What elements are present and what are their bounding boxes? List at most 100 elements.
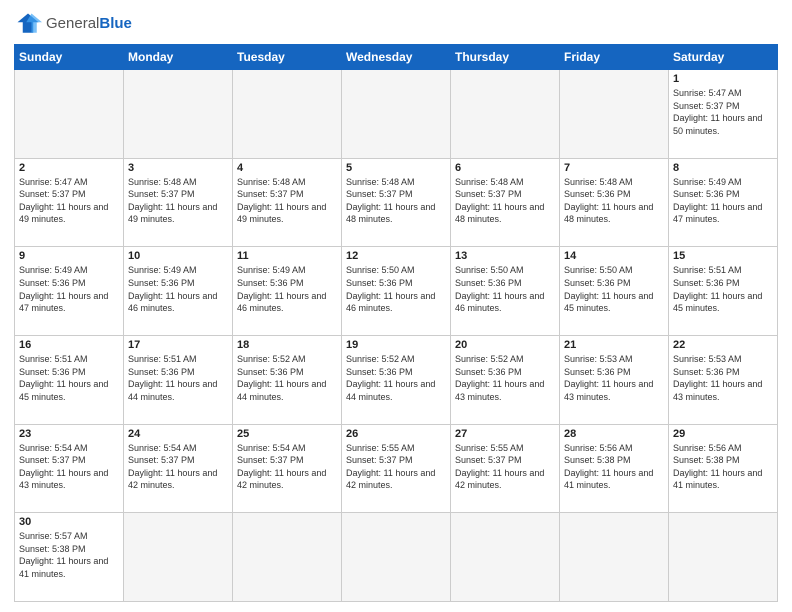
calendar-cell: 25Sunrise: 5:54 AMSunset: 5:37 PMDayligh… (233, 424, 342, 513)
calendar-cell (124, 513, 233, 602)
day-info: Sunrise: 5:50 AMSunset: 5:36 PMDaylight:… (346, 264, 446, 314)
calendar-cell (451, 70, 560, 159)
header-saturday: Saturday (669, 45, 778, 70)
calendar-cell (15, 70, 124, 159)
header: GeneralBlue (14, 10, 778, 38)
day-number: 4 (237, 162, 337, 174)
day-number: 28 (564, 428, 664, 440)
calendar-cell: 10Sunrise: 5:49 AMSunset: 5:36 PMDayligh… (124, 247, 233, 336)
calendar-cell: 11Sunrise: 5:49 AMSunset: 5:36 PMDayligh… (233, 247, 342, 336)
logo-text: GeneralBlue (46, 15, 132, 33)
day-info: Sunrise: 5:51 AMSunset: 5:36 PMDaylight:… (128, 353, 228, 403)
day-info: Sunrise: 5:48 AMSunset: 5:37 PMDaylight:… (128, 176, 228, 226)
day-number: 14 (564, 250, 664, 262)
day-info: Sunrise: 5:56 AMSunset: 5:38 PMDaylight:… (564, 442, 664, 492)
day-number: 29 (673, 428, 773, 440)
day-info: Sunrise: 5:55 AMSunset: 5:37 PMDaylight:… (346, 442, 446, 492)
day-info: Sunrise: 5:49 AMSunset: 5:36 PMDaylight:… (19, 264, 119, 314)
week-row-4: 23 Sunrise: 5:54 AMSunset: 5:37 PMDayligh… (15, 424, 778, 513)
day-number: 27 (455, 428, 555, 440)
calendar-cell: 17 Sunrise: 5:51 AMSunset: 5:36 PMDayligh… (124, 335, 233, 424)
day-number: 15 (673, 250, 773, 262)
calendar-cell: 18 Sunrise: 5:52 AMSunset: 5:36 PMDayligh… (233, 335, 342, 424)
day-info: Sunrise: 5:54 AMSunset: 5:37 PMDaylight:… (19, 442, 119, 492)
header-friday: Friday (560, 45, 669, 70)
day-info: Sunrise: 5:50 AMSunset: 5:36 PMDaylight:… (564, 264, 664, 314)
calendar-cell (560, 70, 669, 159)
day-number: 3 (128, 162, 228, 174)
day-number: 24 (128, 428, 228, 440)
calendar-cell: 4 Sunrise: 5:48 AMSunset: 5:37 PMDaylight… (233, 158, 342, 247)
calendar-cell (233, 513, 342, 602)
calendar-cell: 3 Sunrise: 5:48 AMSunset: 5:37 PMDaylight… (124, 158, 233, 247)
calendar-cell: 20Sunrise: 5:52 AMSunset: 5:36 PMDayligh… (451, 335, 560, 424)
calendar-cell: 13 Sunrise: 5:50 AMSunset: 5:36 PMDayligh… (451, 247, 560, 336)
day-number: 6 (455, 162, 555, 174)
calendar-cell: 29 Sunrise: 5:56 AMSunset: 5:38 PMDayligh… (669, 424, 778, 513)
header-wednesday: Wednesday (342, 45, 451, 70)
day-info: Sunrise: 5:47 AMSunset: 5:37 PMDaylight:… (19, 176, 119, 226)
week-row-2: 9 Sunrise: 5:49 AMSunset: 5:36 PMDaylight… (15, 247, 778, 336)
calendar-cell: 30 Sunrise: 5:57 AMSunset: 5:38 PMDayligh… (15, 513, 124, 602)
calendar-cell (342, 513, 451, 602)
day-info: Sunrise: 5:56 AMSunset: 5:38 PMDaylight:… (673, 442, 773, 492)
day-number: 22 (673, 339, 773, 351)
week-row-1: 2Sunrise: 5:47 AMSunset: 5:37 PMDaylight… (15, 158, 778, 247)
calendar-cell: 6 Sunrise: 5:48 AMSunset: 5:37 PMDaylight… (451, 158, 560, 247)
day-number: 13 (455, 250, 555, 262)
day-info: Sunrise: 5:50 AMSunset: 5:36 PMDaylight:… (455, 264, 555, 314)
day-info: Sunrise: 5:54 AMSunset: 5:37 PMDaylight:… (128, 442, 228, 492)
day-info: Sunrise: 5:48 AMSunset: 5:37 PMDaylight:… (455, 176, 555, 226)
calendar-cell: 9 Sunrise: 5:49 AMSunset: 5:36 PMDaylight… (15, 247, 124, 336)
calendar-cell: 12Sunrise: 5:50 AMSunset: 5:36 PMDayligh… (342, 247, 451, 336)
calendar-cell: 8 Sunrise: 5:49 AMSunset: 5:36 PMDaylight… (669, 158, 778, 247)
calendar-cell (669, 513, 778, 602)
logo-icon (14, 10, 42, 38)
day-number: 19 (346, 339, 446, 351)
header-tuesday: Tuesday (233, 45, 342, 70)
calendar-cell (560, 513, 669, 602)
calendar-cell: 26 Sunrise: 5:55 AMSunset: 5:37 PMDayligh… (342, 424, 451, 513)
day-info: Sunrise: 5:52 AMSunset: 5:36 PMDaylight:… (237, 353, 337, 403)
calendar-cell: 16Sunrise: 5:51 AMSunset: 5:36 PMDayligh… (15, 335, 124, 424)
calendar-cell: 1Sunrise: 5:47 AMSunset: 5:37 PMDaylight… (669, 70, 778, 159)
week-row-0: 1Sunrise: 5:47 AMSunset: 5:37 PMDaylight… (15, 70, 778, 159)
day-number: 25 (237, 428, 337, 440)
calendar-cell: 23 Sunrise: 5:54 AMSunset: 5:37 PMDayligh… (15, 424, 124, 513)
day-number: 26 (346, 428, 446, 440)
calendar-cell (233, 70, 342, 159)
calendar-cell: 24 Sunrise: 5:54 AMSunset: 5:37 PMDayligh… (124, 424, 233, 513)
day-number: 8 (673, 162, 773, 174)
day-info: Sunrise: 5:48 AMSunset: 5:37 PMDaylight:… (237, 176, 337, 226)
calendar-cell (342, 70, 451, 159)
page: GeneralBlue SundayMondayTuesdayWednesday… (0, 0, 792, 612)
day-info: Sunrise: 5:47 AMSunset: 5:37 PMDaylight:… (673, 87, 773, 137)
calendar-table: SundayMondayTuesdayWednesdayThursdayFrid… (14, 44, 778, 602)
day-number: 21 (564, 339, 664, 351)
week-row-5: 30 Sunrise: 5:57 AMSunset: 5:38 PMDayligh… (15, 513, 778, 602)
calendar-cell: 27Sunrise: 5:55 AMSunset: 5:37 PMDayligh… (451, 424, 560, 513)
day-info: Sunrise: 5:48 AMSunset: 5:37 PMDaylight:… (346, 176, 446, 226)
day-info: Sunrise: 5:48 AMSunset: 5:36 PMDaylight:… (564, 176, 664, 226)
header-sunday: Sunday (15, 45, 124, 70)
day-number: 17 (128, 339, 228, 351)
calendar-cell: 15 Sunrise: 5:51 AMSunset: 5:36 PMDayligh… (669, 247, 778, 336)
calendar-cell: 28 Sunrise: 5:56 AMSunset: 5:38 PMDayligh… (560, 424, 669, 513)
calendar-header-row: SundayMondayTuesdayWednesdayThursdayFrid… (15, 45, 778, 70)
day-number: 18 (237, 339, 337, 351)
day-info: Sunrise: 5:57 AMSunset: 5:38 PMDaylight:… (19, 530, 119, 580)
day-number: 23 (19, 428, 119, 440)
day-info: Sunrise: 5:49 AMSunset: 5:36 PMDaylight:… (128, 264, 228, 314)
day-info: Sunrise: 5:52 AMSunset: 5:36 PMDaylight:… (455, 353, 555, 403)
day-number: 30 (19, 516, 119, 528)
day-info: Sunrise: 5:52 AMSunset: 5:36 PMDaylight:… (346, 353, 446, 403)
calendar-cell (124, 70, 233, 159)
day-number: 5 (346, 162, 446, 174)
day-number: 9 (19, 250, 119, 262)
day-info: Sunrise: 5:53 AMSunset: 5:36 PMDaylight:… (673, 353, 773, 403)
calendar-cell: 5 Sunrise: 5:48 AMSunset: 5:37 PMDaylight… (342, 158, 451, 247)
week-row-3: 16Sunrise: 5:51 AMSunset: 5:36 PMDayligh… (15, 335, 778, 424)
day-info: Sunrise: 5:49 AMSunset: 5:36 PMDaylight:… (673, 176, 773, 226)
day-info: Sunrise: 5:51 AMSunset: 5:36 PMDaylight:… (673, 264, 773, 314)
header-monday: Monday (124, 45, 233, 70)
